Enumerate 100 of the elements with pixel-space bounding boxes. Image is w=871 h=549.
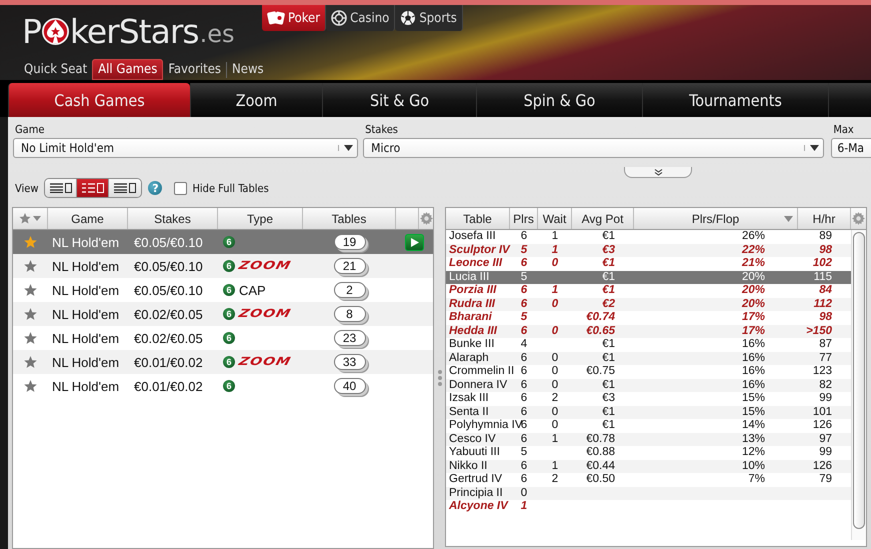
table-cell: €1 xyxy=(602,352,615,364)
column-header[interactable]: Plrs/Flop xyxy=(634,208,798,229)
star-icon[interactable] xyxy=(24,308,37,320)
star-icon[interactable] xyxy=(24,284,37,296)
table-cell: 1 xyxy=(552,432,558,444)
star-sort-icon xyxy=(19,213,41,224)
checkbox-label: Hide Full Tables xyxy=(192,182,269,194)
checkbox[interactable] xyxy=(174,182,188,194)
tab[interactable]: Spin & Go xyxy=(476,83,642,117)
play-button[interactable] xyxy=(405,234,424,250)
table-row[interactable]: Cesco IV 6 1 €0.78 13% 97 xyxy=(446,432,851,446)
view-mode-button[interactable] xyxy=(77,179,110,197)
dropdown[interactable]: No Limit Hold'em xyxy=(13,138,358,158)
table-row[interactable]: Principia II 0 xyxy=(446,486,851,500)
table-cell: 112 xyxy=(814,298,832,310)
star-icon[interactable] xyxy=(24,236,37,248)
table-cell: 6 xyxy=(520,378,528,390)
nav-link[interactable]: Quick Seat xyxy=(19,59,92,80)
table-cell-text: NL Hold'em xyxy=(51,378,120,394)
table-cell: 6 xyxy=(520,406,528,418)
table-cell: 87 xyxy=(819,338,832,350)
game-row[interactable]: NL Hold'em €0.05/€0.10 6 19 xyxy=(13,230,433,254)
table-cell: €1 xyxy=(602,257,615,269)
table-cell: 0 xyxy=(552,298,558,310)
table-row[interactable]: Alaraph 6 0 €1 16% 77 xyxy=(446,352,851,365)
table-cell: Donnera IV xyxy=(449,378,508,390)
table-cell: 6 xyxy=(520,298,528,310)
table-cell: Porzia III xyxy=(449,284,496,296)
nav-link[interactable]: Favorites xyxy=(163,59,226,80)
game-row[interactable]: NL Hold'em €0.02/€0.05 6 ZOOM 8 xyxy=(13,302,433,326)
table-cell: 102 xyxy=(812,257,832,269)
table-cell-text: €0.02/€0.05 xyxy=(133,306,204,322)
table-cell-text: NL Hold'em xyxy=(51,234,120,250)
table-cell: 1 xyxy=(552,284,558,296)
game-row[interactable]: NL Hold'em €0.01/€0.02 6 ZOOM 33 xyxy=(13,350,433,374)
view-mode-button[interactable] xyxy=(109,179,142,197)
table-cell: Crommelin II xyxy=(449,365,514,377)
column-header[interactable]: Wait xyxy=(538,208,572,229)
star-icon[interactable] xyxy=(24,380,37,392)
table-cell: 6 xyxy=(520,473,528,485)
logo-text: P xyxy=(22,13,41,51)
view-mode-toggle[interactable] xyxy=(44,178,142,198)
dropdown[interactable]: 6-Ma xyxy=(831,138,871,158)
product-tab[interactable]: Poker xyxy=(262,5,326,31)
column-header[interactable]: Table xyxy=(446,208,510,229)
column-header[interactable]: Plrs xyxy=(510,208,538,229)
table-cell: 6 xyxy=(520,419,528,431)
column-header[interactable]: Type xyxy=(218,208,303,229)
table-cell: 0 xyxy=(552,419,558,431)
tab[interactable]: Cash Games xyxy=(8,83,190,117)
tab[interactable]: Sit & Go xyxy=(322,83,476,117)
table-row[interactable]: Sculptor IV 5 1 €3 22% 98 xyxy=(446,244,851,257)
table-cell: Cesco IV xyxy=(449,432,496,444)
table-row[interactable]: Rudra III 6 0 €2 20% 112 xyxy=(446,298,851,311)
product-tab[interactable]: Sports xyxy=(395,5,463,31)
column-header[interactable]: Tables xyxy=(303,208,396,229)
table-row[interactable]: Hedda III 6 0 €0.65 17% >150 xyxy=(446,324,851,338)
tab[interactable]: Zoom xyxy=(190,83,322,117)
table-row[interactable]: Donnera IV 6 0 €1 16% 82 xyxy=(446,378,851,392)
column-header[interactable]: H/hr xyxy=(798,208,851,229)
table-cell: 4 xyxy=(520,338,528,350)
column-header[interactable]: Avg Pot xyxy=(572,208,634,229)
column-header[interactable]: Stakes xyxy=(128,208,218,229)
table-cell: Rudra III xyxy=(449,298,496,310)
table-cell: Leonce III xyxy=(449,257,502,269)
table-cell: 16% xyxy=(742,378,765,390)
seats-badge: 6 xyxy=(223,380,235,392)
table-row[interactable]: Lucia III 5 €1 20% 115 xyxy=(446,270,851,284)
star-icon[interactable] xyxy=(24,356,37,368)
table-count: 23 xyxy=(334,330,366,346)
expand-handle[interactable] xyxy=(624,167,692,178)
column-header[interactable]: Game xyxy=(48,208,128,229)
table-cell: 98 xyxy=(819,311,832,323)
star-icon[interactable] xyxy=(24,260,37,272)
table-cell: 16% xyxy=(742,365,765,377)
table-cell: 99 xyxy=(819,392,832,404)
seats-badge: 6 xyxy=(223,308,235,320)
table-cell: €1 xyxy=(602,284,615,296)
tab[interactable]: Tournaments xyxy=(642,83,828,117)
table-cell: 26% xyxy=(742,230,765,242)
product-tab[interactable]: Casino xyxy=(326,5,396,31)
table-cell: €3 xyxy=(602,244,615,256)
table-cell: 126 xyxy=(812,419,832,431)
table-cell: €1 xyxy=(602,419,615,431)
nav-link[interactable]: All Games xyxy=(92,59,164,80)
star-icon[interactable] xyxy=(24,332,37,344)
table-cell: 21% xyxy=(742,257,765,269)
scrollbar-thumb[interactable] xyxy=(853,232,865,529)
nav-link[interactable]: News xyxy=(227,59,269,80)
table-row[interactable]: Senta II 6 0 €1 15% 101 xyxy=(446,406,851,419)
dropdown[interactable]: Micro xyxy=(363,138,824,158)
table-cell: 17% xyxy=(742,324,765,336)
table-row[interactable]: Nikko II 6 1 €0.44 10% 126 xyxy=(446,460,851,473)
scrollbar[interactable] xyxy=(851,230,866,540)
table-cell: 12% xyxy=(742,446,765,458)
table-cell: 6 xyxy=(520,284,528,296)
table-cell: €2 xyxy=(602,298,615,310)
table-cell: €1 xyxy=(602,406,615,418)
view-mode-button[interactable] xyxy=(45,179,78,197)
game-row[interactable]: NL Hold'em €0.05/€0.10 6 ZOOM 21 xyxy=(13,254,433,278)
